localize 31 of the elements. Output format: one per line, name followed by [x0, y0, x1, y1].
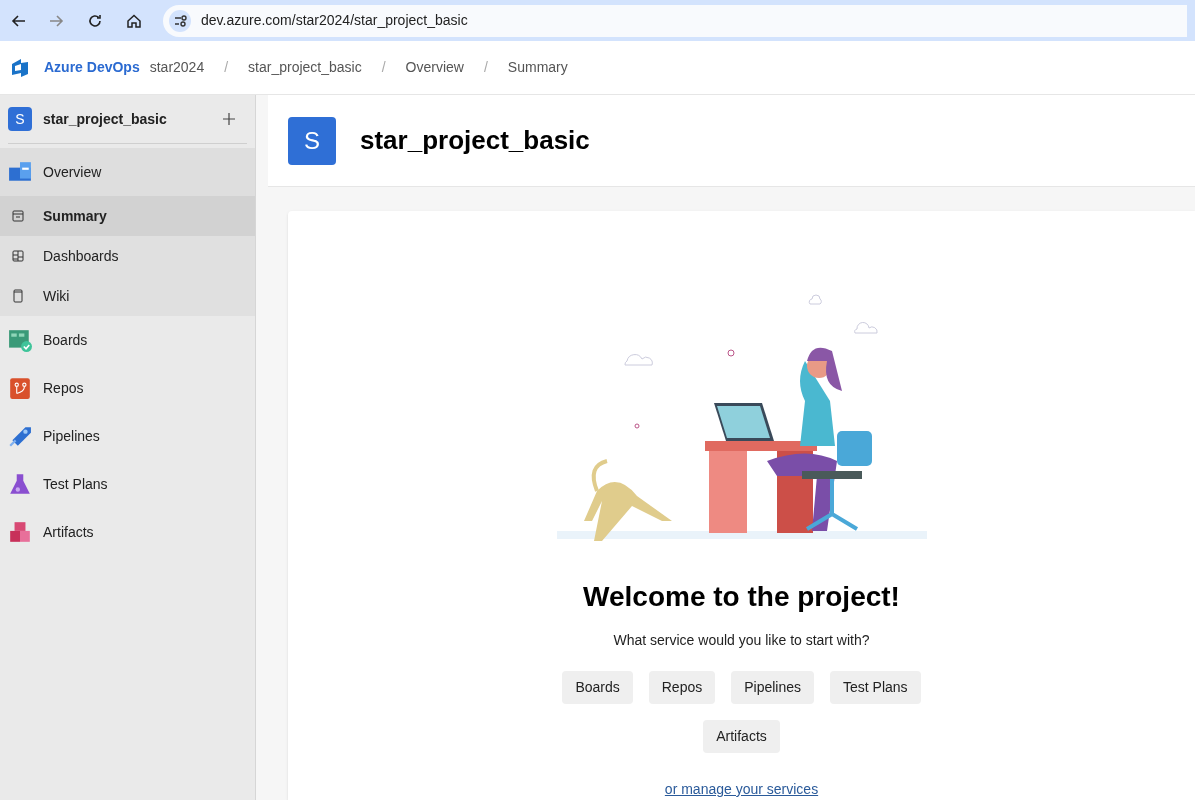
project-name[interactable]: star_project_basic — [43, 108, 222, 130]
manage-services-link[interactable]: or manage your services — [664, 779, 819, 800]
nav-subitem[interactable]: Wiki — [0, 276, 255, 316]
breadcrumb-separator: / — [381, 58, 386, 77]
service-button[interactable]: Boards — [562, 671, 633, 704]
nav-item[interactable]: Repos — [0, 364, 255, 412]
project-avatar: S — [8, 107, 32, 131]
url-text: dev.azure.com/star2024/star_project_basic — [201, 11, 468, 30]
nav-item[interactable]: Pipelines — [0, 412, 255, 460]
breadcrumb-link[interactable]: star2024 — [149, 57, 205, 78]
project-avatar: S — [288, 116, 336, 165]
welcome-question: What service would you like to start with? — [613, 631, 870, 650]
address-bar[interactable]: dev.azure.com/star2024/star_project_basic — [163, 4, 1187, 37]
breadcrumb-separator: / — [483, 58, 488, 77]
breadcrumb-separator: / — [224, 58, 229, 77]
welcome-heading: Welcome to the project! — [583, 580, 900, 614]
nav-subitem[interactable]: Dashboards — [0, 236, 255, 276]
nav-item[interactable]: Boards — [0, 316, 255, 364]
breadcrumb-link[interactable]: Overview — [405, 57, 464, 78]
nav-subitem[interactable]: Summary — [0, 196, 255, 236]
service-button[interactable]: Repos — [648, 671, 716, 704]
nav-item[interactable]: Test Plans — [0, 460, 255, 508]
product-name[interactable]: Azure DevOps — [44, 57, 140, 78]
service-button[interactable]: Pipelines — [731, 671, 815, 704]
breadcrumb-link[interactable]: star_project_basic — [248, 57, 362, 78]
nav-item[interactable]: Artifacts — [0, 508, 255, 556]
breadcrumb-link[interactable]: Summary — [507, 57, 568, 78]
service-button[interactable]: Artifacts — [703, 720, 780, 753]
page-title: star_project_basic — [360, 124, 590, 157]
nav-item[interactable]: Overview — [0, 148, 255, 196]
service-button[interactable]: Test Plans — [830, 671, 921, 704]
